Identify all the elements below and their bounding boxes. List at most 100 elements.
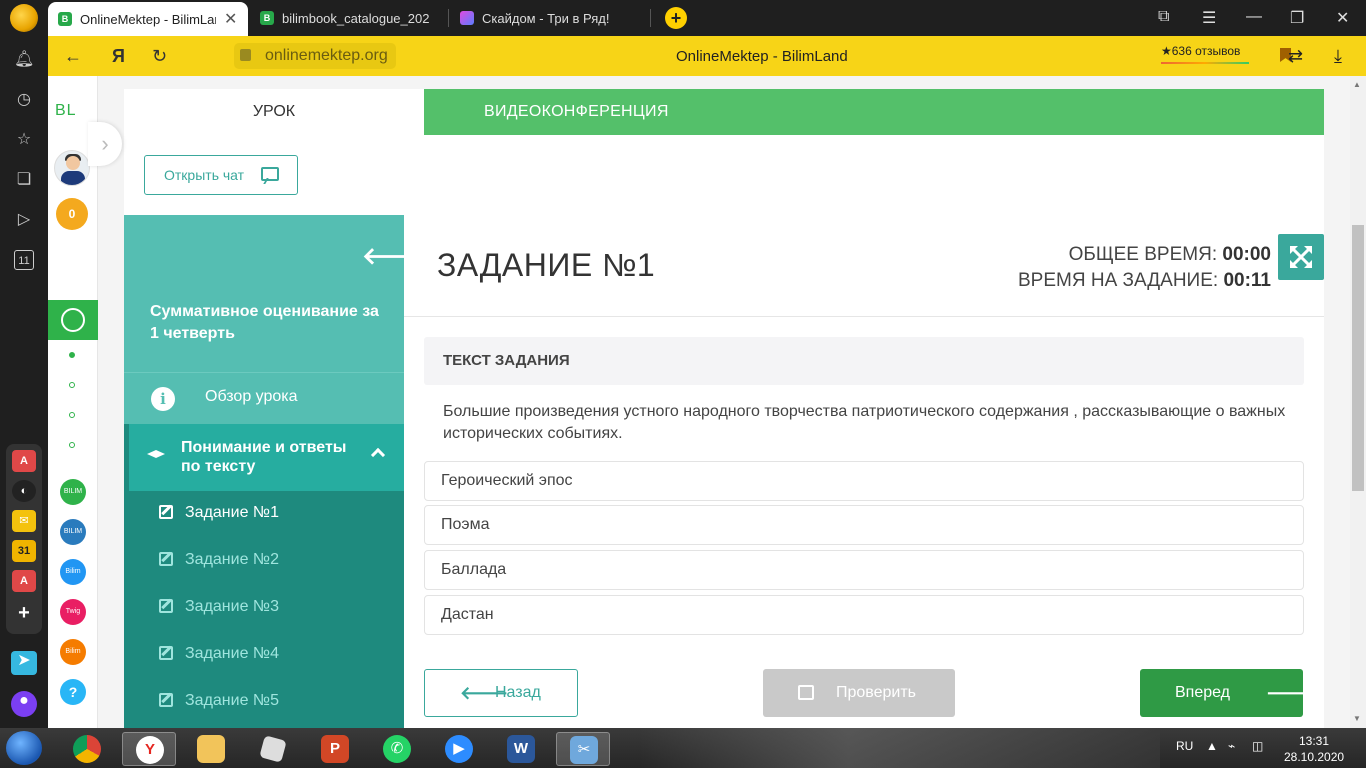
divider xyxy=(404,316,1324,317)
translate-app-icon-2[interactable]: A xyxy=(12,570,36,592)
rail-dot[interactable] xyxy=(69,442,75,448)
network-icon[interactable]: ⌁ xyxy=(1228,739,1235,753)
alice-icon[interactable]: ◐ xyxy=(12,480,36,502)
task-question: Большие произведения устного народного т… xyxy=(443,403,1286,442)
send-icon[interactable]: ➤ xyxy=(11,651,37,675)
task-item-4[interactable]: Задание №4 xyxy=(124,632,404,679)
close-tab-icon[interactable]: ✕ xyxy=(224,9,237,29)
close-window-icon[interactable]: ✕ xyxy=(1336,8,1349,28)
bilimbook-app-icon[interactable]: BILIM Book xyxy=(60,519,86,561)
bilimbook-favicon-icon: B xyxy=(260,11,274,25)
clock[interactable]: 13:31 28.10.2020 xyxy=(1284,733,1344,765)
back-arrow-icon[interactable]: 🡐 xyxy=(362,241,404,271)
star-icon[interactable]: ☆ xyxy=(14,130,34,150)
edit-icon xyxy=(159,599,173,613)
tabs-count-icon[interactable]: 11 xyxy=(14,250,34,270)
scrollbar-thumb[interactable] xyxy=(1352,225,1364,491)
tab-bilimbook[interactable]: B bilimbook_catalogue_2020 xyxy=(250,2,440,34)
bilimkids-app-icon[interactable]: Bilim Kids xyxy=(60,639,86,681)
add-app-icon[interactable]: + xyxy=(12,602,36,624)
bell-icon[interactable]: 🔔︎ xyxy=(14,50,34,70)
snipping-tool-taskbar-item[interactable]: ✂ xyxy=(556,732,610,766)
translate-icon[interactable]: ⇄ xyxy=(1288,46,1303,67)
minimize-icon[interactable]: — xyxy=(1246,8,1262,26)
tray-expand-icon[interactable]: ▲ xyxy=(1206,739,1218,753)
explorer-taskbar-item[interactable] xyxy=(184,732,238,766)
tab-onlinemektep[interactable]: B OnlineMektep - BilimLar ✕ xyxy=(48,2,248,36)
yandex-taskbar-item[interactable]: Y xyxy=(122,732,176,766)
chevron-up-icon xyxy=(370,447,386,463)
browser-logo-icon[interactable] xyxy=(10,4,38,32)
fullscreen-button[interactable] xyxy=(1278,234,1324,280)
tab-separator xyxy=(448,9,449,27)
rail-dot[interactable] xyxy=(69,382,75,388)
task-item-2[interactable]: Задание №2 xyxy=(124,538,404,585)
check-button[interactable]: Проверить xyxy=(763,669,955,717)
zoom-taskbar-item[interactable]: ▶ xyxy=(432,732,486,766)
answer-option[interactable]: Героический эпос xyxy=(424,461,1304,501)
new-tab-plus-icon[interactable]: + xyxy=(665,7,687,29)
calendar-icon[interactable]: 31 xyxy=(12,540,36,562)
word-taskbar-item[interactable]: W xyxy=(494,732,548,766)
download-icon[interactable]: ⤓ xyxy=(1334,46,1342,67)
translate-app-icon[interactable]: A xyxy=(12,450,36,472)
timer-block: ОБЩЕЕ ВРЕМЯ: 00:00 ВРЕМЯ НА ЗАДАНИЕ: 00:… xyxy=(930,242,1271,294)
task-item-3[interactable]: Задание №3 xyxy=(124,585,404,632)
bilimland-app-icon[interactable]: BILIM Land xyxy=(60,479,86,521)
tab-separator xyxy=(650,9,651,27)
next-button[interactable]: Вперед 🡒 xyxy=(1140,669,1314,717)
section-understanding[interactable]: Понимание и ответы по тексту xyxy=(124,424,404,491)
reviews-badge[interactable]: ★636 отзывов xyxy=(1161,44,1240,58)
tab-lesson[interactable]: УРОК xyxy=(124,89,424,135)
answer-option[interactable]: Дастан xyxy=(424,595,1304,635)
open-chat-button[interactable]: Открыть чат xyxy=(144,155,298,195)
yandex-icon[interactable]: Я xyxy=(112,46,125,67)
url-text[interactable]: onlinemektep.org xyxy=(265,47,388,65)
menu-icon[interactable]: ☰ xyxy=(1202,8,1216,28)
tab-title: Скайдом - Три в Ряд! xyxy=(482,10,610,26)
graduation-cap-icon xyxy=(147,450,165,458)
chrome-taskbar-item[interactable] xyxy=(60,732,114,766)
twig-app-icon[interactable]: Twig xyxy=(60,599,86,625)
arrow-right-icon: 🡒 xyxy=(1266,683,1315,703)
answer-option[interactable]: Поэма xyxy=(424,505,1304,545)
alice-assistant-icon[interactable]: ● xyxy=(11,691,37,717)
help-icon[interactable]: ? xyxy=(60,679,86,705)
scroll-down-icon[interactable]: ▼ xyxy=(1353,714,1361,723)
back-arrow-icon[interactable]: ← xyxy=(64,46,82,67)
tab-videoconference[interactable]: ВИДЕОКОНФЕРЕНЦИЯ xyxy=(424,89,1324,135)
start-button[interactable] xyxy=(6,731,42,765)
answer-option[interactable]: Баллада xyxy=(424,550,1304,590)
restore-icon[interactable]: ❐ xyxy=(1290,8,1304,28)
tab-skydom[interactable]: Скайдом - Три в Ряд! xyxy=(450,2,650,34)
tab-manager-icon[interactable]: ⧉ xyxy=(1158,8,1169,26)
mail-icon[interactable]: ✉ xyxy=(12,510,36,532)
expand-icon xyxy=(1290,246,1312,268)
rail-dot[interactable] xyxy=(69,352,75,358)
collections-icon[interactable]: ❏ xyxy=(14,170,34,190)
folder-icon xyxy=(197,735,225,763)
volume-icon[interactable]: ◫ xyxy=(1252,739,1263,753)
task-time-value: 00:11 xyxy=(1223,270,1271,291)
task-item-5[interactable]: Задание №5 xyxy=(124,679,404,726)
back-button[interactable]: 🡐 Назад xyxy=(424,669,578,717)
task-item-1[interactable]: Задание №1 xyxy=(124,491,404,538)
play-icon[interactable]: ▷ xyxy=(14,210,34,230)
scroll-up-icon[interactable]: ▲ xyxy=(1353,80,1361,89)
next-label: Вперед xyxy=(1175,684,1231,701)
rail-dot[interactable] xyxy=(69,412,75,418)
powerpoint-taskbar-item[interactable]: P xyxy=(308,732,362,766)
whatsapp-taskbar-item[interactable]: ✆ xyxy=(370,732,424,766)
score-badge[interactable]: 0 xyxy=(56,198,88,230)
bilimtest-app-icon[interactable]: Bilim Test xyxy=(60,559,86,601)
online-mektep-nav-item[interactable] xyxy=(48,300,98,340)
reload-icon[interactable]: ↻ xyxy=(152,46,167,67)
language-indicator[interactable]: RU xyxy=(1176,739,1193,753)
lesson-menu: 🡐 Суммативное оценивание за 1 четверть i… xyxy=(124,215,404,728)
bl-logo[interactable]: BL xyxy=(55,102,77,120)
history-icon[interactable]: ◷ xyxy=(14,90,34,110)
roblox-taskbar-item[interactable] xyxy=(246,732,300,766)
game-favicon-icon xyxy=(460,11,474,25)
avatar[interactable] xyxy=(54,150,90,186)
lesson-overview-item[interactable]: i Обзор урока xyxy=(124,372,404,424)
